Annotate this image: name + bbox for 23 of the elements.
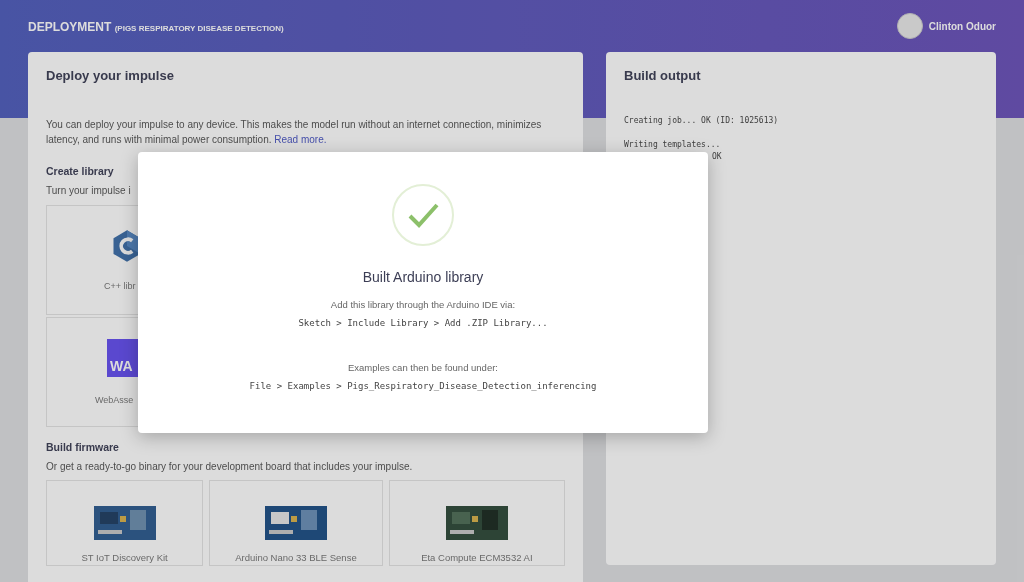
- board-option[interactable]: Arduino Nano 33 BLE Sense: [209, 480, 383, 566]
- card-title: Deploy your impulse: [46, 68, 175, 83]
- section-subtitle: Or get a ready-to-go binary for your development board that includes your impulse.: [46, 461, 414, 472]
- card-title: Build output: [624, 68, 702, 83]
- section-heading: Build firmware: [46, 441, 120, 453]
- board-option[interactable]: Eta Compute ECM3532 AI: [388, 480, 565, 566]
- log-line: Creating job... OK (ID: 1025613): [624, 116, 779, 125]
- log-line: Writing templates...: [624, 140, 721, 149]
- checkmark-icon: [391, 183, 455, 247]
- instruction-text: Add this library through the Arduino IDE via:: [330, 299, 516, 310]
- log-line: OK: [712, 152, 722, 161]
- read-more-link[interactable]: Read more.: [274, 134, 327, 145]
- section-subtitle: Turn your impulse i: [46, 185, 132, 196]
- description-text: You can deploy your impulse to any device. This makes the model run without an internet connection, minimizes latency, and runs with minimal power consumption. Read more.: [46, 118, 543, 147]
- section-heading: Create library: [46, 165, 115, 177]
- board-option[interactable]: ST IoT Discovery Kit: [46, 480, 204, 566]
- menu-path: File > Examples > Pigs_Respiratory_Disease_Detection_inferencing: [249, 381, 597, 391]
- user-name[interactable]: Clinton Oduor: [928, 20, 996, 32]
- note-text: Examples can then be found under:: [348, 362, 498, 373]
- page-title: DEPLOYMENT (PIGS RESPIRATORY DISEASE DETECTION): [28, 20, 284, 34]
- dialog-title: Built Arduino library: [362, 269, 484, 285]
- menu-path: Sketch > Include Library > Add .ZIP Library...: [298, 318, 548, 328]
- avatar-icon[interactable]: [896, 13, 923, 39]
